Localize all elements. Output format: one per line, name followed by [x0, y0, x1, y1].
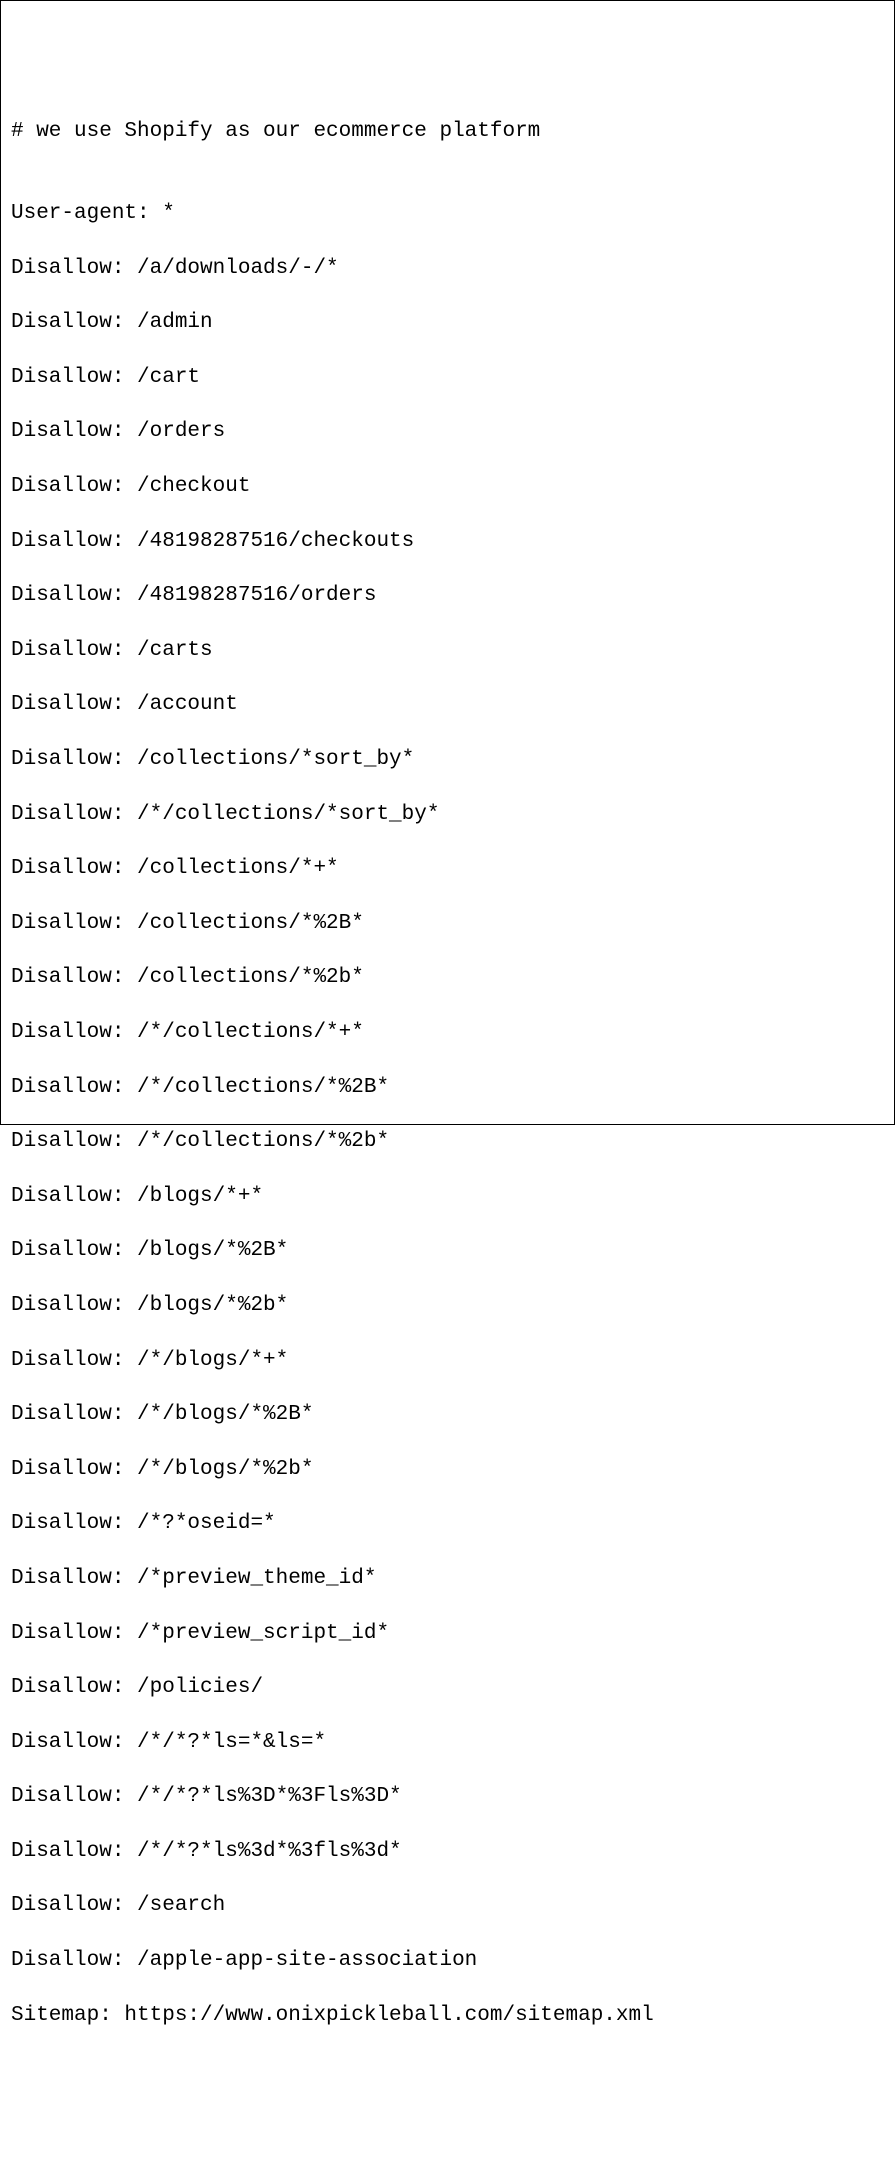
robots-disallow-line: Disallow: /*/blogs/*%2B* [11, 1401, 884, 1428]
robots-disallow-line: Disallow: /admin [11, 309, 884, 336]
robots-disallow-line: Disallow: /*/blogs/*%2b* [11, 1456, 884, 1483]
robots-disallow-line: Disallow: /*/collections/*%2b* [11, 1128, 884, 1155]
robots-disallow-line: Disallow: /*preview_script_id* [11, 1620, 884, 1647]
robots-comment: # we use Shopify as our ecommerce platfo… [11, 118, 884, 145]
robots-disallow-line: Disallow: /blogs/*+* [11, 1183, 884, 1210]
robots-disallow-line: Disallow: /policies/ [11, 1674, 884, 1701]
robots-disallow-line: Disallow: /*/*?*ls%3D*%3Fls%3D* [11, 1783, 884, 1810]
robots-disallow-line: Disallow: /collections/*%2B* [11, 910, 884, 937]
robots-disallow-line: Disallow: /blogs/*%2b* [11, 1292, 884, 1319]
robots-disallow-line: Disallow: /checkout [11, 473, 884, 500]
robots-sitemap: Sitemap: https://www.onixpickleball.com/… [11, 2002, 884, 2029]
robots-disallow-line: Disallow: /collections/*%2b* [11, 964, 884, 991]
robots-disallow-line: Disallow: /collections/*+* [11, 855, 884, 882]
robots-disallow-line: Disallow: /*/collections/*sort_by* [11, 801, 884, 828]
robots-disallow-line: Disallow: /*/collections/*%2B* [11, 1074, 884, 1101]
robots-disallow-line: Disallow: /cart [11, 364, 884, 391]
robots-disallow-line: Disallow: /collections/*sort_by* [11, 746, 884, 773]
robots-disallow-line: Disallow: /*?*oseid=* [11, 1510, 884, 1537]
robots-disallow-line: Disallow: /*preview_theme_id* [11, 1565, 884, 1592]
robots-disallow-line: Disallow: /orders [11, 418, 884, 445]
robots-disallow-line: Disallow: /blogs/*%2B* [11, 1237, 884, 1264]
robots-disallow-line: Disallow: /*/blogs/*+* [11, 1347, 884, 1374]
robots-disallow-line: Disallow: /account [11, 691, 884, 718]
robots-disallow-line: Disallow: /*/*?*ls=*&ls=* [11, 1729, 884, 1756]
robots-disallow-line: Disallow: /*/*?*ls%3d*%3fls%3d* [11, 1838, 884, 1865]
robots-disallow-line: Disallow: /a/downloads/-/* [11, 255, 884, 282]
robots-disallow-line: Disallow: /48198287516/orders [11, 582, 884, 609]
robots-disallow-line: Disallow: /48198287516/checkouts [11, 528, 884, 555]
robots-disallow-line: Disallow: /*/collections/*+* [11, 1019, 884, 1046]
robots-disallow-line: Disallow: /carts [11, 637, 884, 664]
robots-disallow-line: Disallow: /search [11, 1892, 884, 1919]
robots-user-agent: User-agent: * [11, 200, 884, 227]
robots-disallow-line: Disallow: /apple-app-site-association [11, 1947, 884, 1974]
